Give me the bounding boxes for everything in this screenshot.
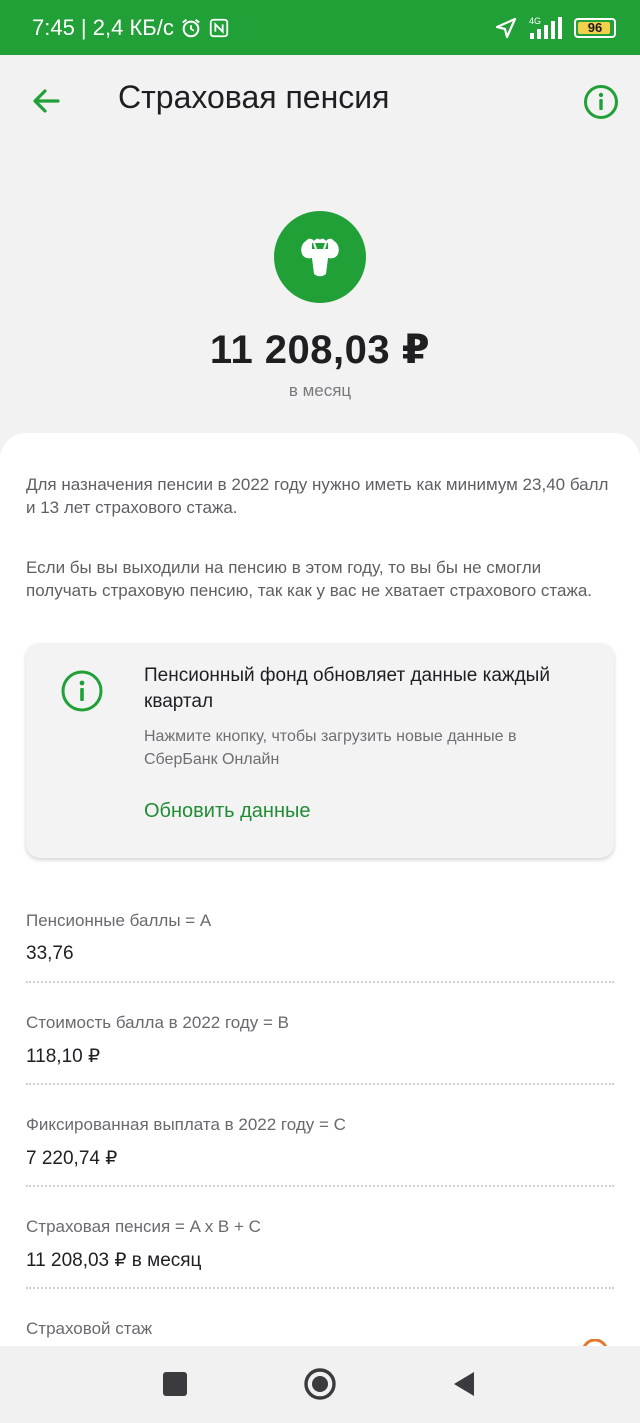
status-bar: 7:45 | 2,4 КБ/с 4G 96 xyxy=(0,0,640,55)
row-label: Страховая пенсия = A x B + C xyxy=(26,1217,261,1236)
nfc-icon xyxy=(209,18,228,37)
row-label: Пенсионные баллы = A xyxy=(26,911,212,930)
page-title: Страховая пенсия xyxy=(118,79,390,115)
list-item: Стоимость балла в 2022 году = B 118,10 ₽ xyxy=(26,1013,614,1115)
alarm-icon xyxy=(181,18,200,37)
info-circle-icon[interactable] xyxy=(582,83,620,121)
divider xyxy=(26,1083,614,1085)
list-item: Фиксированная выплата в 2022 году = C 7 … xyxy=(26,1115,614,1217)
list-item: Пенсионные баллы = A 33,76 xyxy=(26,911,614,1013)
pension-period: в месяц xyxy=(288,381,352,400)
row-value: 118,10 ₽ xyxy=(26,1046,101,1067)
requirements-text: Для назначения пенсии в 2022 году нужно … xyxy=(26,475,609,517)
card-subtitle: Нажмите кнопку, чтобы загрузить новые да… xyxy=(144,728,517,768)
row-value: 11 208,03 ₽ в месяц xyxy=(26,1250,202,1271)
status-right: 4G 96 xyxy=(494,15,616,41)
home-button-icon[interactable] xyxy=(302,1366,338,1402)
arrow-left-icon[interactable] xyxy=(28,83,64,119)
update-data-button[interactable]: Обновить данные xyxy=(144,800,311,823)
pension-amount: 11 208,03 ₽ xyxy=(209,328,431,372)
info-circle-icon xyxy=(61,670,103,712)
card-title: Пенсионный фонд обновляет данные каждый … xyxy=(144,665,550,712)
network-label: 4G xyxy=(529,16,541,26)
system-nav-bar xyxy=(0,1346,640,1423)
battery-indicator: 96 xyxy=(574,17,616,38)
signal-4g-icon: 4G xyxy=(529,16,562,39)
row-label: Фиксированная выплата в 2022 году = C xyxy=(26,1115,346,1134)
divider xyxy=(26,981,614,983)
pension-fund-logo-icon xyxy=(274,211,366,303)
pension-summary: 11 208,03 ₽ в месяц xyxy=(0,149,640,439)
row-label: Стоимость балла в 2022 году = B xyxy=(26,1013,289,1032)
details-sheet: Для назначения пенсии в 2022 году нужно … xyxy=(0,433,640,1373)
recents-button-icon[interactable] xyxy=(157,1366,193,1402)
update-info-card: Пенсионный фонд обновляет данные каждый … xyxy=(26,643,614,858)
battery-level: 96 xyxy=(587,20,603,35)
status-left: 7:45 | 2,4 КБ/с xyxy=(32,15,230,41)
divider xyxy=(26,1287,614,1289)
row-value: 7 220,74 ₽ xyxy=(26,1148,118,1169)
pension-fund-emblem-icon xyxy=(301,238,339,277)
list-item: Страховая пенсия = A x B + C 11 208,03 ₽… xyxy=(26,1217,614,1319)
status-time-speed: 7:45 | 2,4 КБ/с xyxy=(32,14,174,40)
location-arrow-icon xyxy=(495,17,517,38)
back-button-icon[interactable] xyxy=(446,1366,482,1402)
divider xyxy=(26,1185,614,1187)
row-label: Страховой стаж xyxy=(26,1319,153,1338)
app-bar: Страховая пенсия xyxy=(0,55,640,149)
row-value: 33,76 xyxy=(26,943,74,964)
eligibility-text: Если бы вы выходили на пенсию в этом год… xyxy=(26,558,593,600)
